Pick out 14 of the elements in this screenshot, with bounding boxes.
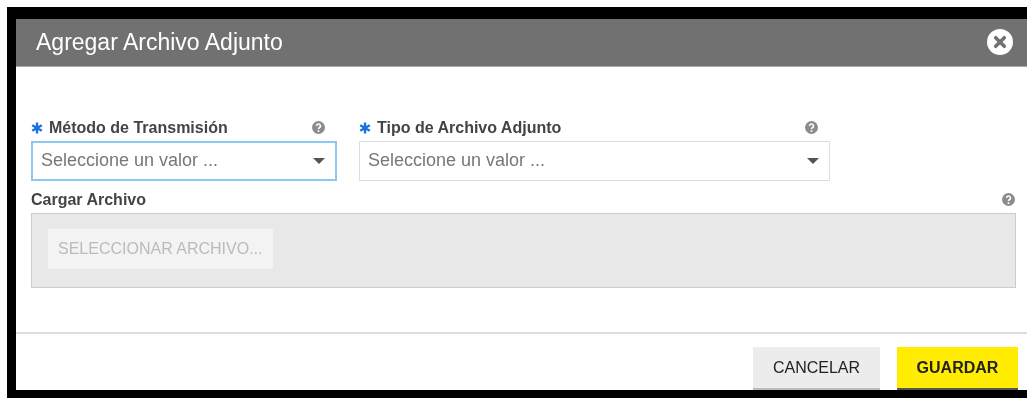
caret-icon [807, 157, 819, 164]
select-field[interactable]: Seleccione un valor ... [359, 140, 830, 181]
field-label: Tipo de Archivo Adjunto [377, 118, 563, 137]
help-icon[interactable] [805, 121, 818, 135]
field-label: Cargar Archivo [31, 190, 147, 209]
field-label: Método de Transmisión [49, 118, 229, 137]
help-icon[interactable] [312, 121, 325, 135]
select-field[interactable]: Seleccione un valor ... [31, 140, 337, 181]
caret-icon [313, 157, 325, 164]
close-icon[interactable] [987, 29, 1013, 56]
dialog-title: Agregar Archivo Adjunto [36, 28, 283, 56]
cancel-button[interactable]: CANCELAR [753, 347, 880, 390]
save-button[interactable]: GUARDAR [897, 347, 1018, 390]
help-icon[interactable] [1002, 193, 1015, 207]
